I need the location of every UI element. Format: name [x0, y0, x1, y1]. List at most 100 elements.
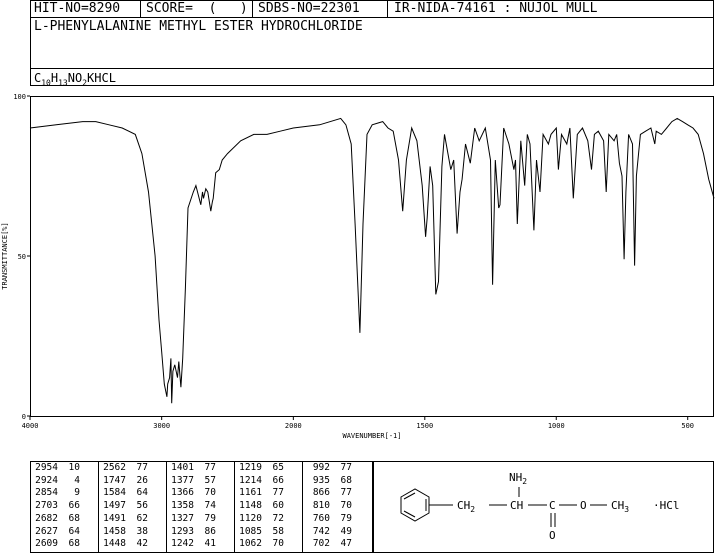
x-tick-label: 1500	[416, 422, 433, 430]
peak-row: 866 77	[304, 487, 352, 500]
peak-wavenumber: 1448	[103, 538, 126, 550]
ir-spectrum-chart: 4000 3000 2000 1500 1000 500100500 WAVENUMBER…	[1, 93, 715, 440]
x-tick-label: 2000	[285, 422, 302, 430]
peak-wavenumber: 1458	[103, 525, 126, 537]
peak-wavenumber: 702	[312, 538, 330, 550]
peak-transmittance: 38	[136, 525, 148, 537]
peak-wavenumber: 1497	[103, 500, 126, 512]
peak-wavenumber: 2954	[35, 462, 58, 473]
ir-method: IR-NIDA-74161 : NUJOL MULL	[394, 1, 598, 16]
peak-row: 2703 66	[32, 500, 80, 513]
x-tick-label: 3000	[153, 422, 170, 430]
peak-wavenumber: 1120	[239, 512, 262, 524]
peak-row: 1214 66	[236, 475, 284, 488]
peak-wavenumber: 2703	[35, 500, 58, 512]
peak-transmittance: 86	[204, 525, 216, 537]
peak-row: 1062 70	[236, 538, 284, 551]
spectrum-header: HIT-NO=8290 SCORE= ( ) SDBS-NO=22301 IR-…	[30, 0, 714, 88]
x-tick-label: 500	[681, 422, 694, 430]
peak-row: 2854 9	[32, 487, 80, 500]
peak-wavenumber: 1327	[171, 512, 194, 524]
peak-wavenumber: 1584	[103, 487, 126, 499]
chemical-structure: CH2 CH NH2 C O O CH3 ·HCl	[373, 461, 714, 553]
peak-transmittance: 68	[68, 538, 80, 550]
peak-transmittance: 77	[204, 462, 216, 473]
peak-wavenumber: 2924	[35, 474, 58, 486]
compound-name: L-PHENYLALANINE METHYL ESTER HYDROCHLORI…	[34, 19, 363, 34]
peak-row: 1161 77	[236, 487, 284, 500]
peak-column: 1219 65 1214 66 1161 77 1148 60 1120 72 1085 58 1062…	[236, 462, 284, 551]
peak-wavenumber: 1491	[103, 512, 126, 524]
peak-transmittance: 77	[272, 487, 284, 499]
peak-transmittance: 10	[68, 462, 80, 473]
peak-row: 1448 42	[100, 538, 148, 551]
peak-transmittance: 58	[272, 525, 284, 537]
peak-transmittance: 66	[272, 474, 284, 486]
peak-transmittance: 70	[204, 487, 216, 499]
peak-transmittance: 9	[74, 487, 80, 499]
peak-table: 2954 10 2924 4 2854 9 2703 66 2682 68 2627 64 2609 68…	[30, 461, 373, 553]
peak-wavenumber: 810	[312, 500, 330, 512]
peak-wavenumber: 760	[312, 512, 330, 524]
peak-column: 1401 77 1377 57 1366 70 1358 74 1327 79 1293 86 1242…	[168, 462, 216, 551]
x-tick-label: 4000	[22, 422, 39, 430]
peak-wavenumber: 935	[312, 474, 330, 486]
x-tick-label: 1000	[548, 422, 565, 430]
peak-row: 1120 72	[236, 513, 284, 526]
peak-row: 2609 68	[32, 538, 80, 551]
peak-row: 2954 10	[32, 462, 80, 475]
peak-row: 760 79	[304, 513, 352, 526]
peak-wavenumber: 2682	[35, 512, 58, 524]
peak-row: 1458 38	[100, 526, 148, 539]
benzene-ring	[400, 488, 430, 522]
peak-transmittance: 65	[272, 462, 284, 473]
peak-row: 742 49	[304, 526, 352, 539]
peak-row: 810 70	[304, 500, 352, 513]
peak-transmittance: 70	[272, 538, 284, 550]
peak-transmittance: 79	[204, 512, 216, 524]
peak-row: 2627 64	[32, 526, 80, 539]
peak-row: 1085 58	[236, 526, 284, 539]
peak-transmittance: 4	[74, 474, 80, 486]
peak-wavenumber: 1366	[171, 487, 194, 499]
peak-transmittance: 26	[136, 474, 148, 486]
carbonyl-oxygen: O	[549, 529, 556, 542]
molecular-formula: C10H13NO2KHCL	[34, 71, 116, 88]
axis-ticks: 4000 3000 2000 1500 1000 500100500	[13, 93, 694, 430]
peak-row: 1148 60	[236, 500, 284, 513]
peak-transmittance: 68	[68, 512, 80, 524]
peak-row: 1242 41	[168, 538, 216, 551]
peak-wavenumber: 1747	[103, 474, 126, 486]
spectrum-line	[29, 117, 715, 404]
peak-wavenumber: 1085	[239, 525, 262, 537]
peak-wavenumber: 1148	[239, 500, 262, 512]
peak-row: 992 77	[304, 462, 352, 475]
peak-row: 1497 56	[100, 500, 148, 513]
sdbs-number: SDBS-NO=22301	[258, 1, 360, 16]
peak-wavenumber: 866	[312, 487, 330, 499]
y-tick-label: 100	[13, 93, 26, 101]
ch-group: CH	[510, 499, 523, 512]
peak-wavenumber: 1293	[171, 525, 194, 537]
peak-row: 1366 70	[168, 487, 216, 500]
peak-row: 702 47	[304, 538, 352, 551]
peak-column: 2954 10 2924 4 2854 9 2703 66 2682 68 2627 64 2609 68	[32, 462, 80, 551]
peak-row: 1491 62	[100, 513, 148, 526]
peak-row: 2682 68	[32, 513, 80, 526]
peak-wavenumber: 1377	[171, 474, 194, 486]
peak-transmittance: 60	[272, 500, 284, 512]
carbonyl-carbon: C	[549, 499, 556, 512]
peak-transmittance: 77	[340, 462, 352, 473]
peak-wavenumber: 1219	[239, 462, 262, 473]
structure-panel: CH2 CH NH2 C O O CH3 ·HCl	[373, 461, 714, 553]
x-axis-label: WAVENUMBER[-1]	[342, 432, 401, 440]
hcl-salt: ·HCl	[653, 499, 680, 512]
peak-row: 2562 77	[100, 462, 148, 475]
peak-transmittance: 41	[204, 538, 216, 550]
peak-transmittance: 72	[272, 512, 284, 524]
hit-number: HIT-NO=8290	[34, 1, 121, 16]
nh2-group: NH2	[509, 471, 527, 486]
peak-transmittance: 64	[136, 487, 148, 499]
peak-transmittance: 47	[340, 538, 352, 550]
peak-row: 1584 64	[100, 487, 148, 500]
